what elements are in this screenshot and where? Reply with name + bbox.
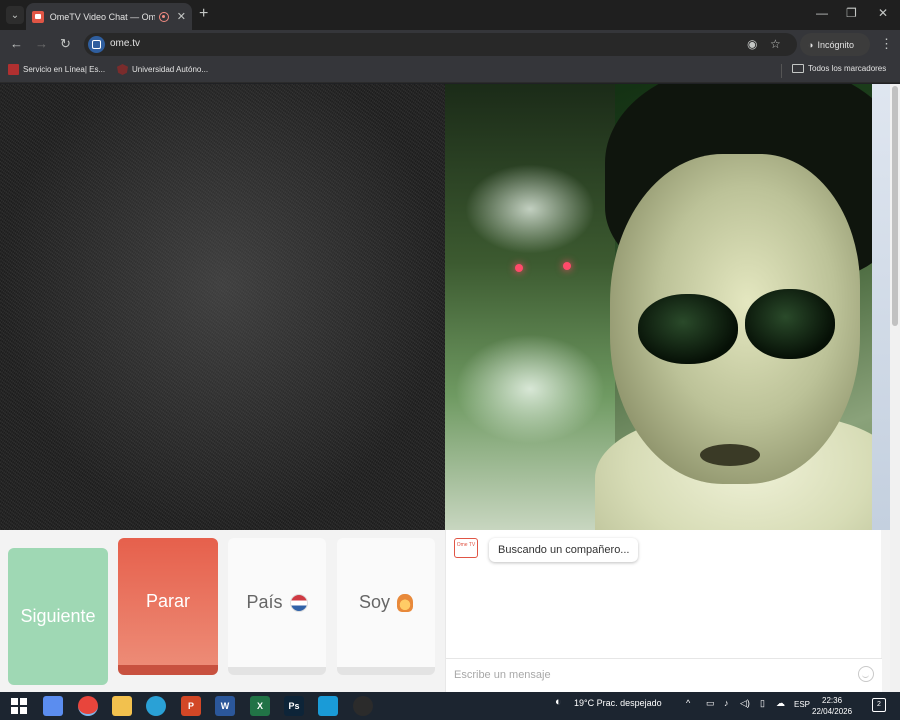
windows-start-icon[interactable] — [10, 697, 28, 715]
word-icon[interactable]: W — [215, 696, 235, 716]
bookmark-item[interactable]: Servicio en Línea| Es... — [8, 64, 105, 75]
forward-button[interactable]: → — [35, 36, 48, 51]
ometv-page: Siguiente Parar País Soy Ome TV Buscando… — [0, 84, 900, 692]
incognito-label: Incógnito — [817, 39, 854, 50]
obs-icon[interactable] — [353, 696, 373, 716]
bookmarks-bar: Servicio en Línea| Es... Universidad Aut… — [0, 59, 900, 83]
language-indicator[interactable]: ESP — [794, 700, 810, 709]
tracking-protection-eye-icon[interactable]: ◉ — [747, 37, 757, 51]
recording-indicator-icon — [158, 11, 169, 22]
clock-time: 22:36 — [822, 696, 843, 705]
bookmark-star-icon[interactable]: ☆ — [770, 37, 781, 51]
close-window-button[interactable]: ✕ — [878, 6, 888, 20]
university-shield-icon — [117, 64, 128, 75]
browser-toolbar: ← → ↻ ome.tv ◉ ☆ ◑ Incógnito ⋮ — [0, 30, 900, 59]
weather-text[interactable]: 19°C Prac. despejado — [574, 698, 662, 708]
browser-menu-icon[interactable]: ⋮ — [880, 36, 893, 52]
copilot-icon[interactable] — [43, 696, 63, 716]
stop-button[interactable]: Parar — [118, 538, 218, 675]
clock-date: 22/04/2026 — [812, 707, 853, 716]
volume-icon[interactable]: ◁) — [740, 698, 750, 709]
sil-favicon-icon — [8, 64, 19, 75]
network-icon[interactable]: ▭ — [706, 698, 715, 709]
clock[interactable]: 22:36 22/04/2026 — [812, 695, 852, 717]
next-button[interactable]: Siguiente — [8, 548, 108, 685]
minimize-button[interactable]: — — [816, 6, 828, 20]
all-bookmarks-button[interactable]: Todos los marcadores — [792, 64, 886, 73]
weather-icon[interactable]: ◐ — [555, 696, 562, 708]
self-camera-video — [445, 84, 890, 530]
ometv-favicon-icon — [32, 10, 44, 23]
excel-icon[interactable]: X — [250, 696, 270, 716]
tab-strip: ⌄ OmeTV Video Chat — Ome ✕ + — ❐ ✕ — [0, 0, 900, 30]
chat-input-row — [446, 658, 882, 692]
woman-emoji-icon — [397, 593, 414, 612]
gender-selector-button[interactable]: Soy — [337, 538, 435, 675]
stop-label: Parar — [145, 591, 190, 611]
photoshop-icon[interactable]: Ps — [284, 696, 304, 716]
ometv-logo-text: Ome TV — [456, 542, 476, 548]
country-selector-button[interactable]: País — [228, 538, 326, 675]
url-text[interactable]: ome.tv — [110, 38, 140, 49]
bookmarks-divider — [781, 64, 782, 78]
status-message: Buscando un compañero... — [498, 544, 630, 556]
tab-ometv[interactable]: OmeTV Video Chat — Ome ✕ — [26, 3, 192, 30]
back-button[interactable]: ← — [10, 36, 23, 51]
bookmark-label: Servicio en Línea| Es... — [23, 65, 106, 74]
reload-button[interactable]: ↻ — [60, 36, 71, 52]
gender-label: Soy — [358, 592, 391, 612]
microphone-icon[interactable]: ♪ — [724, 698, 729, 708]
address-bar[interactable]: ome.tv ◉ ☆ — [84, 33, 797, 56]
incognito-icon: ◑ — [808, 39, 814, 50]
netherlands-flag-icon — [289, 593, 308, 612]
file-explorer-icon[interactable] — [112, 696, 132, 716]
screen: ⌄ OmeTV Video Chat — Ome ✕ + — ❐ ✕ ← → ↻… — [0, 0, 900, 720]
bookmark-label: Universidad Autóno... — [132, 65, 209, 74]
chrome-icon[interactable] — [78, 696, 98, 716]
next-label: Siguiente — [20, 606, 96, 626]
chat-panel: Ome TV Buscando un compañero... — [445, 530, 882, 692]
tab-title: OmeTV Video Chat — Ome — [49, 11, 155, 22]
maximize-button[interactable]: ❐ — [846, 6, 857, 20]
bookmark-item[interactable]: Universidad Autóno... — [117, 64, 208, 75]
folder-icon — [792, 64, 804, 73]
ometv-logo-icon: Ome TV — [454, 538, 478, 558]
new-tab-button[interactable]: + — [199, 5, 208, 23]
tab-search-chevron-icon[interactable]: ⌄ — [6, 6, 24, 24]
chat-controls: Siguiente Parar País Soy — [0, 530, 445, 692]
battery-icon[interactable]: ▯ — [760, 698, 765, 709]
scrollbar-thumb[interactable] — [892, 86, 898, 326]
notifications-icon[interactable]: 2 — [872, 698, 886, 712]
partner-video-static — [0, 84, 445, 530]
page-scrollbar[interactable] — [890, 84, 900, 692]
all-bookmarks-label: Todos los marcadores — [808, 64, 887, 73]
store-icon[interactable] — [318, 696, 338, 716]
country-label: País — [246, 592, 283, 612]
powerpoint-icon[interactable]: P — [181, 696, 201, 716]
tray-chevron-icon[interactable]: ^ — [686, 698, 690, 708]
tab-close-icon[interactable]: ✕ — [177, 10, 186, 23]
emoji-picker-icon[interactable] — [858, 666, 874, 682]
incognito-badge[interactable]: ◑ Incógnito — [800, 33, 870, 56]
cloud-icon[interactable]: ☁ — [776, 698, 785, 709]
windows-taskbar: P W X Ps ◐ 19°C Prac. despejado ^ ▭ ♪ ◁) ▯ … — [0, 692, 900, 720]
message-input[interactable] — [454, 665, 844, 685]
system-message-bubble: Buscando un compañero... — [489, 538, 639, 562]
site-info-icon[interactable] — [88, 36, 105, 53]
edge-icon[interactable] — [146, 696, 166, 716]
